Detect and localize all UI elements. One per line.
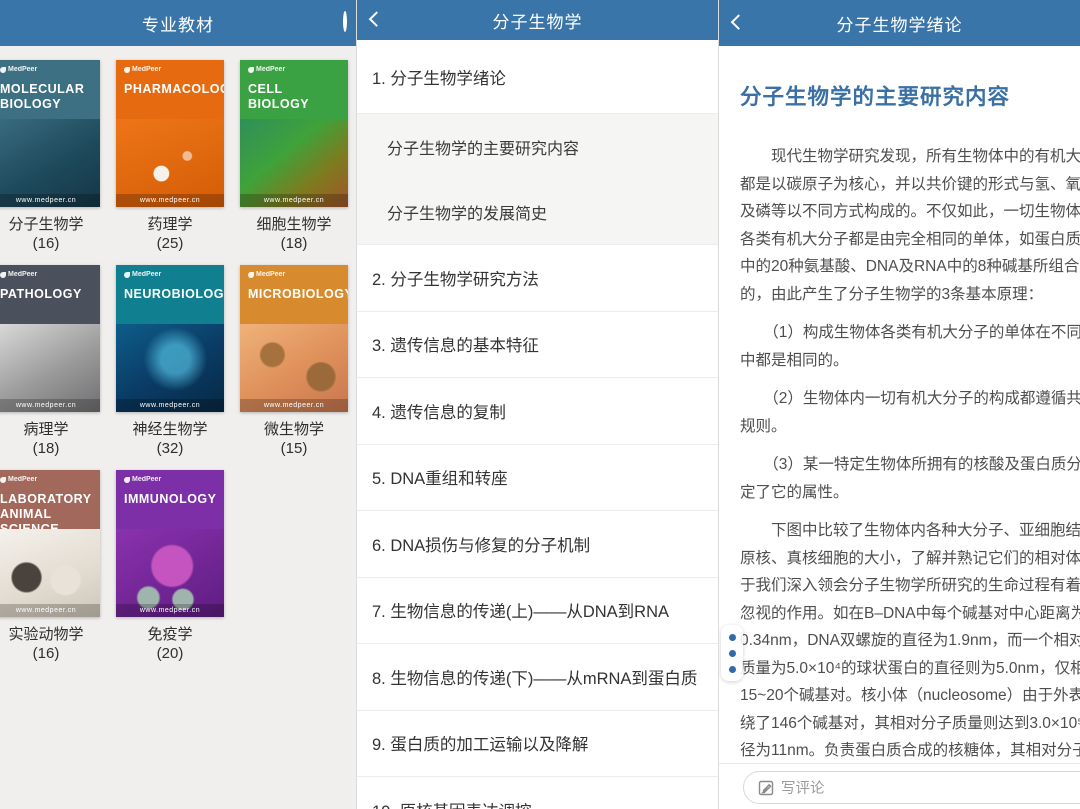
toc-section-2[interactable]: 分子生物学的发展简史 (357, 179, 718, 244)
toc-subblock: 分子生物学的主要研究内容 分子生物学的发展简史 (357, 114, 718, 245)
medpeer-logo-icon: MedPeer (124, 66, 161, 73)
toc-chapter-1[interactable]: 1. 分子生物学绪论 (357, 40, 718, 114)
medpeer-logo-icon: MedPeer (248, 66, 285, 73)
toc-chapter-9[interactable]: 9. 蛋白质的加工运输以及降解 (357, 711, 718, 778)
toc-chapter-5[interactable]: 5. DNA重组和转座 (357, 445, 718, 512)
book-pathology[interactable]: MedPeer PATHOLOGY www.medpeer.cn 病理学(18) (0, 265, 108, 458)
toc-chapter-2[interactable]: 2. 分子生物学研究方法 (357, 245, 718, 312)
reader-appbar: 分子生物学绪论 (719, 0, 1080, 46)
book-pharmacology[interactable]: MedPeer PHARMACOLOGY www.medpeer.cn 药理学(… (108, 60, 232, 253)
search-icon[interactable] (343, 13, 356, 33)
book-neurobiology[interactable]: MedPeer NEUROBIOLOGY www.medpeer.cn 神经生物… (108, 265, 232, 458)
app-screen: 专业教材 MedPeer MOLECULAR BIOLOGY www.medpe… (0, 0, 1080, 809)
comment-placeholder: 写评论 (781, 777, 825, 798)
book-label: 神经生物学(32) (132, 420, 207, 458)
book-molecular-biology[interactable]: MedPeer MOLECULAR BIOLOGY www.medpeer.cn… (0, 60, 108, 253)
library-title: 专业教材 (142, 11, 214, 36)
medpeer-logo-icon: MedPeer (248, 271, 285, 278)
panel-toc: 分子生物学 1. 分子生物学绪论 分子生物学的主要研究内容 分子生物学的发展简史… (356, 0, 718, 809)
panel-library: 专业教材 MedPeer MOLECULAR BIOLOGY www.medpe… (0, 0, 356, 809)
reader-title: 分子生物学绪论 (837, 11, 963, 36)
edit-icon (758, 780, 774, 796)
medpeer-logo-icon: MedPeer (124, 271, 161, 278)
medpeer-logo-icon: MedPeer (124, 476, 161, 483)
cover-url: www.medpeer.cn (240, 399, 348, 412)
book-label: 免疫学(20) (147, 625, 192, 663)
toc-chapter-4[interactable]: 4. 遗传信息的复制 (357, 378, 718, 445)
cover-url: www.medpeer.cn (0, 399, 100, 412)
book-label: 病理学(18) (23, 420, 68, 458)
toc-appbar: 分子生物学 (357, 0, 718, 40)
book-immunology[interactable]: MedPeer IMMUNOLOGY www.medpeer.cn 免疫学(20… (108, 470, 232, 663)
book-grid: MedPeer MOLECULAR BIOLOGY www.medpeer.cn… (0, 46, 356, 675)
cover-title: MICROBIOLOGY (248, 287, 344, 302)
cover-title: MOLECULAR BIOLOGY (0, 82, 96, 112)
book-label: 细胞生物学(18) (256, 215, 331, 253)
cover-title: PHARMACOLOGY (124, 82, 220, 97)
article-heading: 分子生物学的主要研究内容 (740, 80, 1080, 111)
toc-chapter-6[interactable]: 6. DNA损伤与修复的分子机制 (357, 511, 718, 578)
book-label: 实验动物学(16) (8, 625, 83, 663)
cover-url: www.medpeer.cn (116, 194, 224, 207)
library-appbar: 专业教材 (0, 0, 356, 46)
reader-article: 分子生物学的主要研究内容 现代生物学研究发现，所有生物体中的有机大分子 都是以碳… (740, 80, 1080, 809)
article-paragraph: （1）构成生物体各类有机大分子的单体在不同生物 中都是相同的。 (740, 319, 1080, 374)
cover-url: www.medpeer.cn (0, 194, 100, 207)
book-label: 微生物学(15) (264, 420, 324, 458)
comment-input[interactable]: 写评论 (743, 771, 1080, 804)
comment-bar: 写评论 (719, 763, 1080, 809)
cover-title: PATHOLOGY (0, 287, 96, 302)
cover-url: www.medpeer.cn (240, 194, 348, 207)
medpeer-logo-icon: MedPeer (0, 66, 37, 73)
toc-section-1[interactable]: 分子生物学的主要研究内容 (357, 114, 718, 179)
cover-title: CELL BIOLOGY (248, 82, 344, 112)
cover-url: www.medpeer.cn (116, 399, 224, 412)
cover-title: IMMUNOLOGY (124, 492, 220, 507)
cover-url: www.medpeer.cn (116, 604, 224, 617)
book-cell-biology[interactable]: MedPeer CELL BIOLOGY www.medpeer.cn 细胞生物… (232, 60, 356, 253)
toc-chapter-8[interactable]: 8. 生物信息的传递(下)——从mRNA到蛋白质 (357, 644, 718, 711)
toc-chapter-7[interactable]: 7. 生物信息的传递(上)——从DNA到RNA (357, 578, 718, 645)
book-label: 分子生物学(16) (8, 215, 83, 253)
toc-chapter-3[interactable]: 3. 遗传信息的基本特征 (357, 312, 718, 379)
drag-handle-icon[interactable] (721, 625, 743, 681)
cover-title: NEUROBIOLOGY (124, 287, 220, 302)
toc-list: 1. 分子生物学绪论 分子生物学的主要研究内容 分子生物学的发展简史 2. 分子… (357, 40, 718, 809)
medpeer-logo-icon: MedPeer (0, 271, 37, 278)
book-label: 药理学(25) (147, 215, 192, 253)
book-laboratory-animal-science[interactable]: MedPeer LABORATORY ANIMAL SCIENCE www.me… (0, 470, 108, 663)
back-icon[interactable] (731, 14, 747, 30)
medpeer-logo-icon: MedPeer (0, 476, 37, 483)
book-microbiology[interactable]: MedPeer MICROBIOLOGY www.medpeer.cn 微生物学… (232, 265, 356, 458)
panel-reader: 分子生物学绪论 分子生物学的主要研究内容 现代生物学研究发现，所有生物体中的有机… (718, 0, 1080, 809)
back-icon[interactable] (369, 11, 385, 27)
article-paragraph: （2）生物体内一切有机大分子的构成都遵循共同的 规则。 (740, 385, 1080, 440)
cover-url: www.medpeer.cn (0, 604, 100, 617)
article-paragraph: （3）某一特定生物体所拥有的核酸及蛋白质分子决 定了它的属性。 (740, 451, 1080, 506)
toc-title: 分子生物学 (493, 8, 583, 33)
toc-chapter-10[interactable]: 10. 原核基因表达调控 (357, 777, 718, 809)
article-paragraph: 现代生物学研究发现，所有生物体中的有机大分子 都是以碳原子为核心，并以共价键的形… (740, 143, 1080, 308)
